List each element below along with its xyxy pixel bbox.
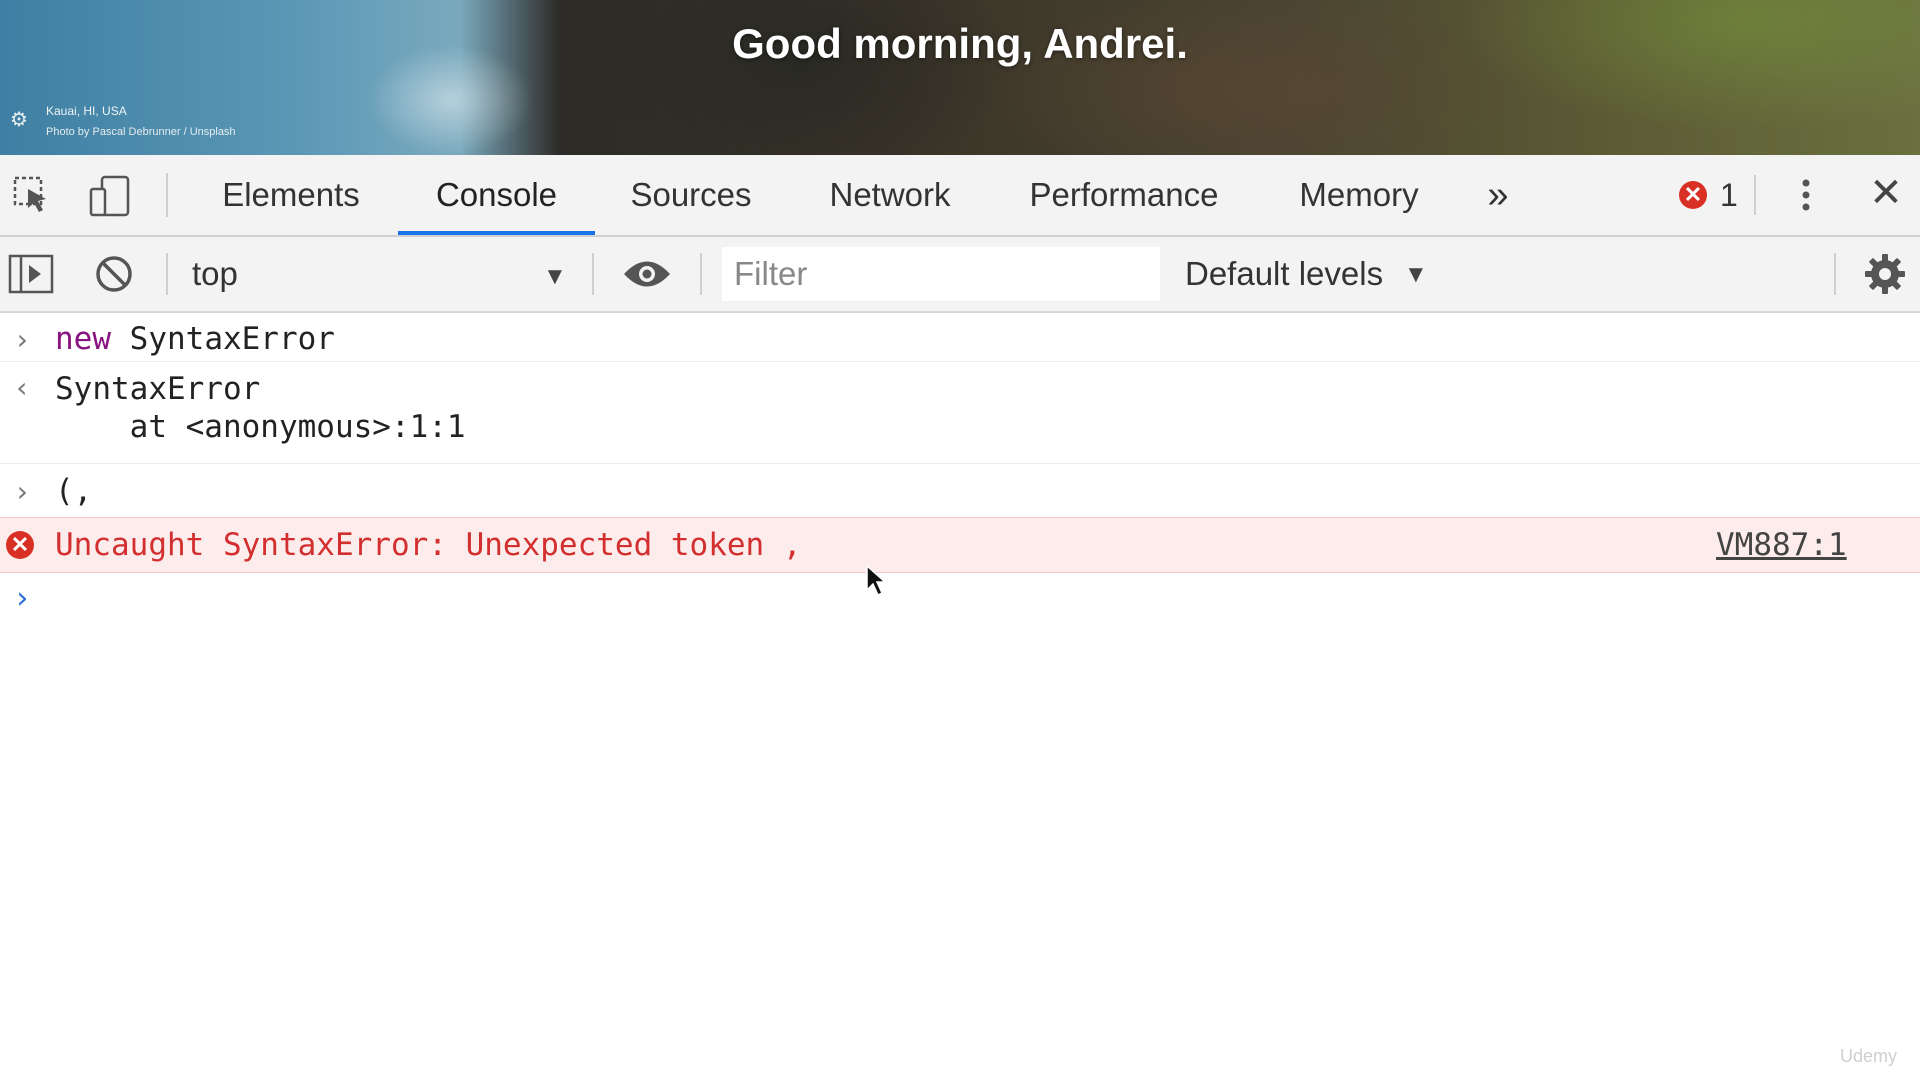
error-icon: ✕ (6, 531, 34, 559)
tab-sources[interactable]: Sources (620, 155, 762, 235)
mouse-pointer-icon (865, 564, 889, 598)
photo-location[interactable]: Kauai, HI, USA (46, 104, 127, 118)
tab-performance[interactable]: Performance (1018, 155, 1230, 235)
keyword: new (55, 321, 111, 357)
console-output: › new SyntaxError ‹ SyntaxError at <anon… (0, 313, 1920, 1080)
chevron-left-icon: ‹ (13, 371, 31, 404)
clear-console-icon[interactable] (94, 254, 134, 294)
error-counter-icon[interactable]: ✕ (1679, 181, 1707, 209)
result-stack: at <anonymous>:1:1 (55, 409, 466, 445)
toolbar-divider (1754, 175, 1756, 215)
filter-input[interactable] (722, 247, 1160, 301)
console-settings-gear-icon[interactable] (1864, 253, 1906, 295)
console-result-entry[interactable]: ‹ SyntaxError at <anonymous>:1:1 (0, 361, 1920, 464)
close-icon[interactable]: ✕ (1868, 171, 1904, 215)
inspect-element-icon[interactable] (12, 175, 52, 215)
more-tabs-icon[interactable]: » (1478, 155, 1518, 235)
devtools-tabbar: Elements Console Sources Network Perform… (0, 155, 1920, 237)
hero-banner: Good morning, Andrei. ⚙ Kauai, HI, USA P… (0, 0, 1920, 155)
gear-icon[interactable]: ⚙ (10, 110, 30, 130)
greeting-text: Good morning, Andrei. (732, 20, 1188, 67)
error-count[interactable]: 1 (1720, 155, 1738, 235)
tab-memory[interactable]: Memory (1288, 155, 1430, 235)
toolbar-divider (166, 173, 168, 217)
toolbar-divider (166, 253, 168, 295)
toolbar-divider (1834, 253, 1836, 295)
console-prompt-icon[interactable]: › (8, 581, 36, 616)
active-tab-indicator (398, 231, 595, 235)
chevron-right-icon: › (13, 475, 31, 508)
chevron-down-icon[interactable]: ▼ (1404, 261, 1428, 289)
udemy-watermark: Udemy (1840, 1046, 1898, 1066)
input-code: SyntaxError (111, 321, 335, 357)
sidebar-toggle-icon[interactable] (8, 253, 54, 295)
result-text: SyntaxError (55, 371, 261, 407)
input-code: (, (55, 473, 93, 509)
console-input-entry: › new SyntaxError (0, 313, 1920, 362)
console-input-entry: › (, (0, 463, 1920, 518)
toolbar-divider (700, 253, 702, 295)
error-message: Uncaught SyntaxError: Unexpected token , (55, 527, 802, 563)
context-selector[interactable]: top (192, 237, 238, 311)
device-toolbar-icon[interactable] (88, 175, 130, 217)
chevron-right-icon: › (13, 323, 31, 356)
tab-network[interactable]: Network (815, 155, 965, 235)
error-source-link[interactable]: VM887:1 (1716, 527, 1847, 563)
console-toolbar: top ▼ Default levels ▼ (0, 237, 1920, 313)
console-error-entry: ✕ Uncaught SyntaxError: Unexpected token… (0, 517, 1920, 573)
tab-console[interactable]: Console (398, 155, 595, 235)
live-expression-eye-icon[interactable] (622, 255, 672, 293)
chevron-down-icon[interactable]: ▼ (543, 263, 567, 291)
log-levels-dropdown[interactable]: Default levels (1185, 237, 1383, 311)
tab-elements[interactable]: Elements (210, 155, 372, 235)
more-options-icon[interactable] (1796, 175, 1816, 215)
toolbar-divider (592, 253, 594, 295)
photo-credit[interactable]: Photo by Pascal Debrunner / Unsplash (46, 126, 236, 139)
